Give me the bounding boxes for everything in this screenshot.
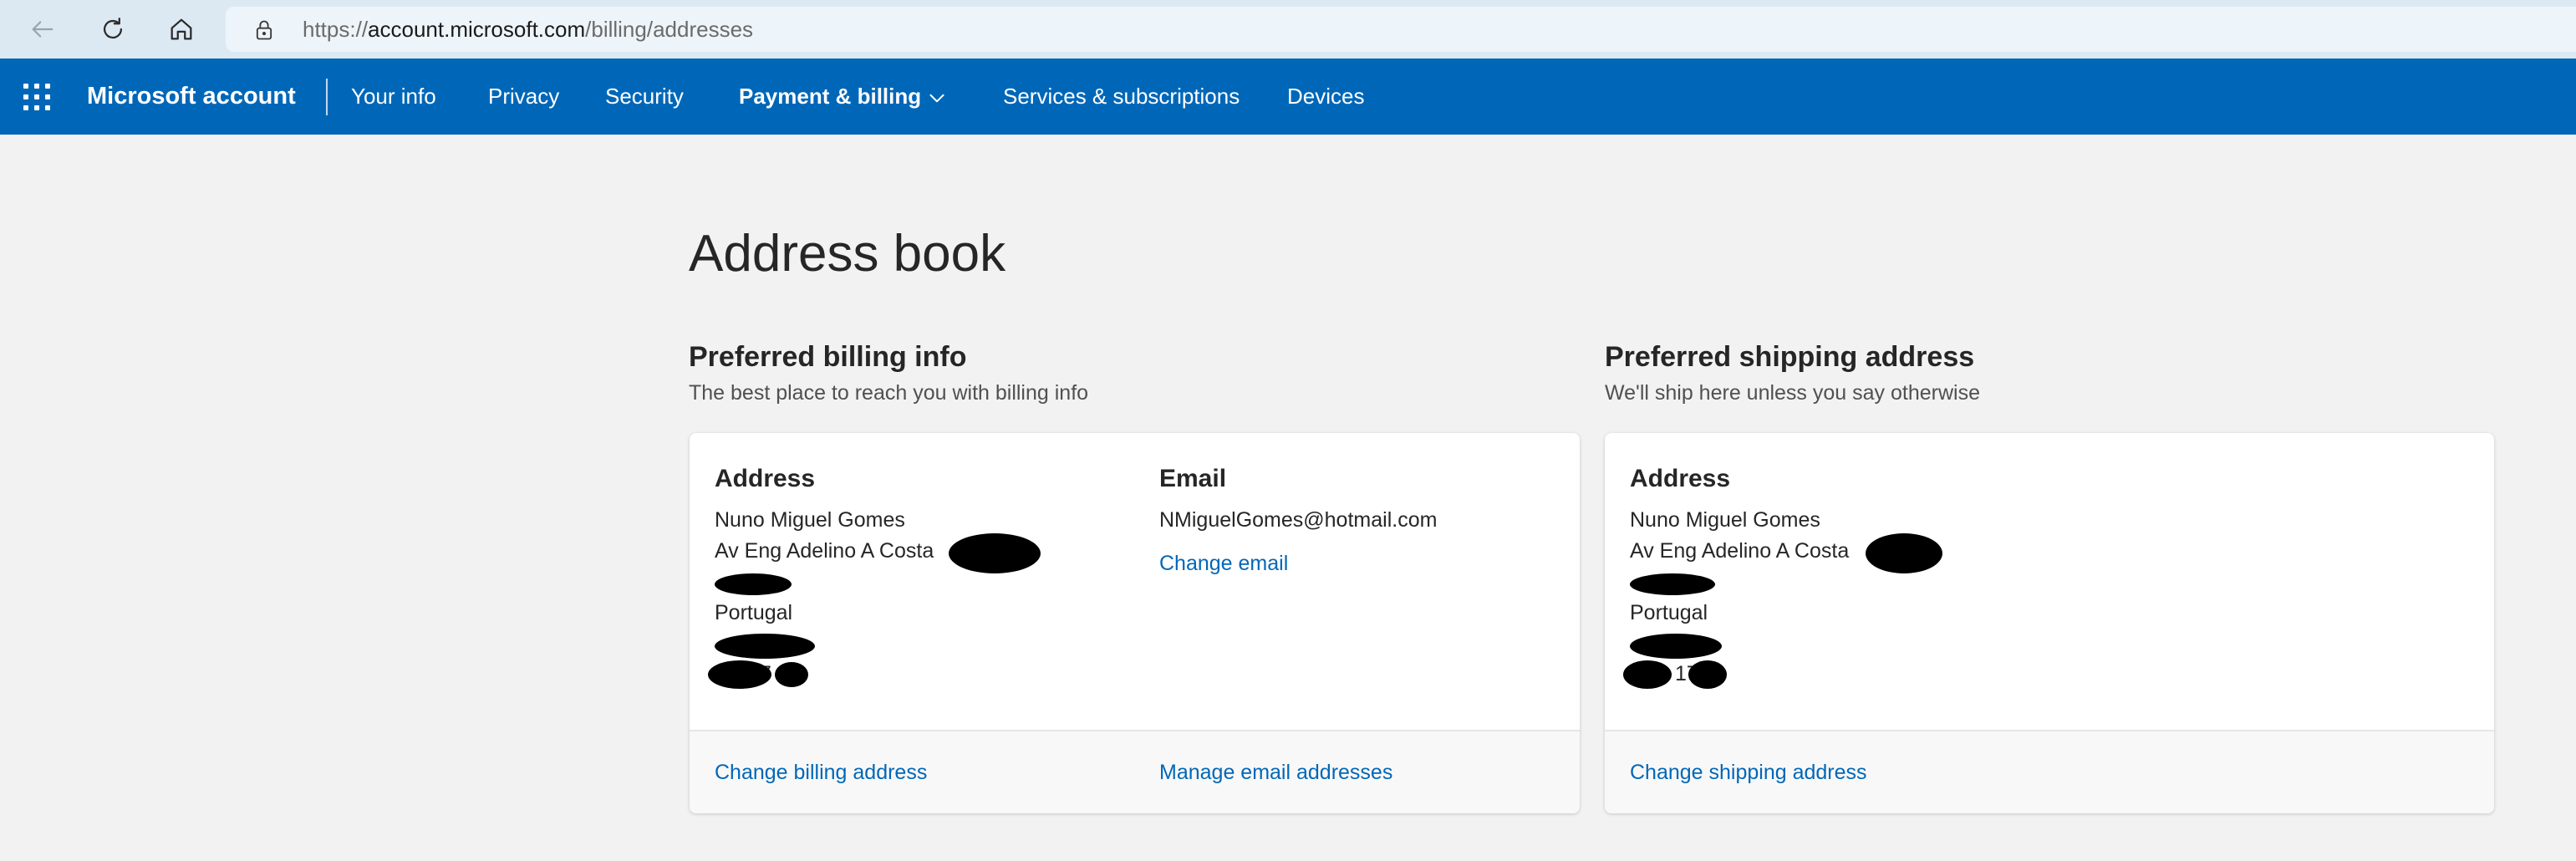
url-text[interactable]: https://account.microsoft.com/billing/ad… xyxy=(303,7,753,52)
shipping-name: Nuno Miguel Gomes xyxy=(1630,508,1820,532)
url-host: account.microsoft.com xyxy=(368,17,586,42)
back-arrow-icon xyxy=(32,21,53,38)
app-launcher-icon[interactable] xyxy=(23,84,50,110)
change-billing-address-link[interactable]: Change billing address xyxy=(715,761,927,785)
billing-email: NMiguelGomes@hotmail.com xyxy=(1159,508,1438,532)
home-button[interactable] xyxy=(160,8,202,50)
redaction-mark xyxy=(949,533,1041,573)
shipping-card-footer: Change shipping address xyxy=(1605,730,2494,813)
redaction-mark xyxy=(715,573,792,595)
billing-section-subtitle: The best place to reach you with billing… xyxy=(689,381,1089,405)
nav-item-payment-billing[interactable]: Payment & billing xyxy=(739,59,921,135)
redaction-mark xyxy=(1630,634,1722,659)
nav-item-services-subscriptions[interactable]: Services & subscriptions xyxy=(1003,59,1240,135)
chevron-down-icon[interactable] xyxy=(926,87,948,109)
redaction-mark xyxy=(1623,660,1672,689)
nav-item-your-info[interactable]: Your info xyxy=(351,59,436,135)
billing-card: Address Nuno Miguel Gomes Av Eng Adelino… xyxy=(690,433,1580,813)
shipping-street: Av Eng Adelino A Costa xyxy=(1630,539,1850,563)
shipping-section-subtitle: We'll ship here unless you say otherwise xyxy=(1605,381,1980,405)
lock-icon[interactable] xyxy=(252,18,276,42)
shipping-address-heading: Address xyxy=(1630,465,1731,492)
nav-item-devices[interactable]: Devices xyxy=(1287,59,1364,135)
change-email-link[interactable]: Change email xyxy=(1159,552,1288,576)
account-nav-bar: Microsoft account Your info Privacy Secu… xyxy=(0,59,2576,135)
shipping-country: Portugal xyxy=(1630,601,1708,624)
shipping-card: Address Nuno Miguel Gomes Av Eng Adelino… xyxy=(1605,433,2494,813)
redaction-mark xyxy=(1866,533,1942,573)
billing-name: Nuno Miguel Gomes xyxy=(715,508,905,532)
billing-section-title: Preferred billing info xyxy=(689,341,967,373)
url-path: /billing/addresses xyxy=(585,17,754,42)
nav-divider xyxy=(326,79,328,115)
refresh-button[interactable] xyxy=(92,8,134,50)
redaction-mark xyxy=(708,660,771,689)
redaction-mark xyxy=(715,634,815,659)
change-shipping-address-link[interactable]: Change shipping address xyxy=(1630,761,1867,785)
redaction-mark xyxy=(1688,660,1727,689)
redaction-mark xyxy=(775,662,808,687)
url-scheme: https:// xyxy=(303,17,369,42)
shipping-section-title: Preferred shipping address xyxy=(1605,341,1975,373)
page-title: Address book xyxy=(689,225,1006,283)
billing-street: Av Eng Adelino A Costa xyxy=(715,539,934,563)
billing-address-heading: Address xyxy=(715,465,816,492)
nav-item-privacy[interactable]: Privacy xyxy=(488,59,559,135)
browser-toolbar: https://account.microsoft.com/billing/ad… xyxy=(0,0,2576,59)
billing-card-footer: Change billing address Manage email addr… xyxy=(690,730,1580,813)
brand-title[interactable]: Microsoft account xyxy=(87,59,296,135)
redaction-mark xyxy=(1630,573,1715,595)
refresh-icon xyxy=(103,18,123,39)
nav-item-security[interactable]: Security xyxy=(605,59,684,135)
manage-email-addresses-link[interactable]: Manage email addresses xyxy=(1159,761,1392,785)
billing-country: Portugal xyxy=(715,601,793,624)
address-bar[interactable]: https://account.microsoft.com/billing/ad… xyxy=(226,7,2576,52)
billing-email-heading: Email xyxy=(1159,465,1227,492)
home-icon xyxy=(171,18,192,40)
back-button[interactable] xyxy=(22,8,64,50)
